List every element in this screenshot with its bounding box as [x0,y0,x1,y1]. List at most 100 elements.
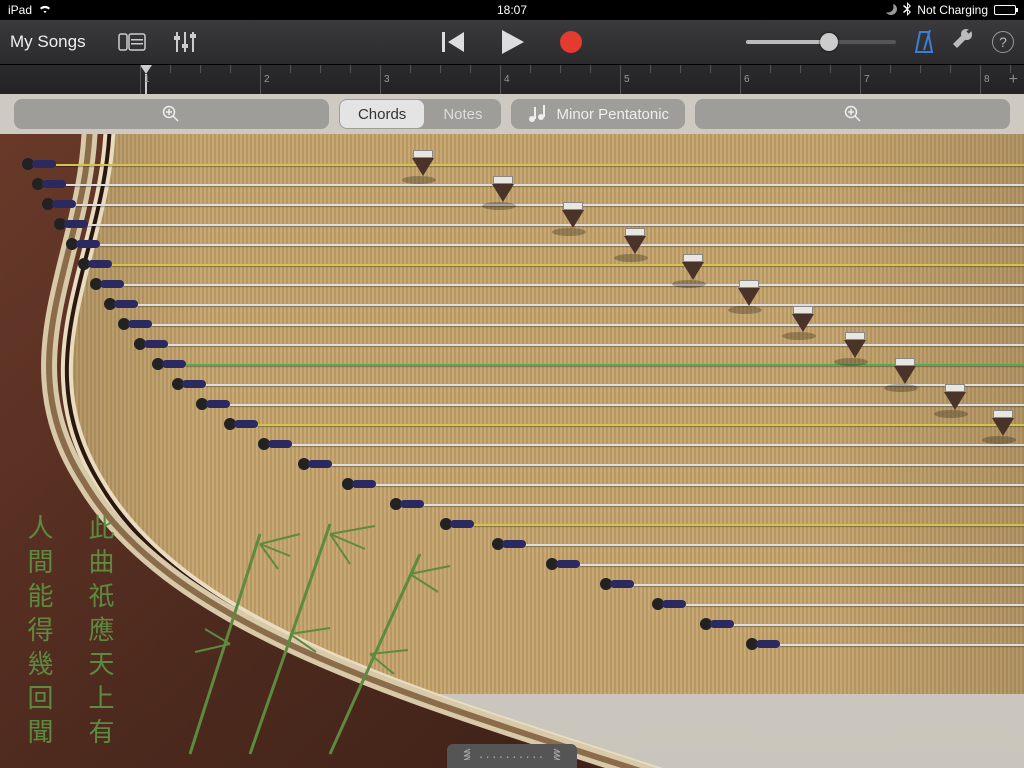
string-winding [662,600,686,608]
zoom-out-right-button[interactable] [695,99,1010,129]
ruler-tick [890,65,891,73]
add-section-button[interactable]: + [1009,71,1018,89]
string[interactable] [424,504,1024,506]
notes-mode-button[interactable]: Notes [425,99,500,129]
settings-button[interactable] [952,29,974,56]
ruler-tick [200,65,201,73]
string[interactable] [138,304,1024,306]
my-songs-button[interactable]: My Songs [10,32,86,52]
ruler-tick [950,65,951,73]
instrument-options-bar: Chords Notes Minor Pentatonic [0,94,1024,134]
tracks-view-button[interactable] [116,27,150,57]
string-winding [610,580,634,588]
bridge [678,254,708,284]
string[interactable] [376,484,1024,486]
ruler-tick [800,65,801,73]
string[interactable] [474,524,1024,526]
string-winding [144,340,168,348]
bridge [488,176,518,206]
poem-line-2: 人間能得幾回聞 [20,514,57,752]
ruler-mark: 1 [140,65,141,94]
ruler-tick [680,65,681,73]
ruler-mark: 2 [260,65,261,94]
bridge [620,228,650,258]
ruler-mark: 6 [740,65,741,94]
help-button[interactable]: ? [992,31,1014,53]
mixer-button[interactable] [168,27,202,57]
string[interactable] [168,344,1024,346]
string-winding [42,180,66,188]
clock: 18:07 [497,3,527,17]
string[interactable] [76,204,1024,206]
ruler-mark: 4 [500,65,501,94]
zoom-out-left-button[interactable] [14,99,329,129]
glissando-strip[interactable]: ·········· [447,744,577,768]
chords-mode-button[interactable]: Chords [340,100,424,128]
string[interactable] [780,644,1024,646]
string[interactable] [258,424,1024,426]
string-winding [450,520,474,528]
glissando-dots: ·········· [479,748,546,764]
string-winding [182,380,206,388]
scale-label: Minor Pentatonic [557,106,670,123]
string[interactable] [124,284,1024,286]
ruler-tick [830,65,831,73]
transport-controls [442,30,582,54]
string-winding [352,480,376,488]
string[interactable] [332,464,1024,466]
string[interactable] [230,404,1024,406]
battery-icon [994,5,1016,15]
volume-slider[interactable] [746,40,896,44]
string-winding [76,240,100,248]
string[interactable] [88,224,1024,226]
playhead[interactable] [140,65,152,74]
ruler-mark: 5 [620,65,621,94]
main-toolbar: My Songs ? [0,20,1024,64]
string[interactable] [292,444,1024,446]
ruler-tick [410,65,411,73]
ruler-tick [920,65,921,73]
string-winding [64,220,88,228]
ruler-tick [770,65,771,73]
ruler-mark: 8 [980,65,981,94]
go-to-start-button[interactable] [442,32,466,52]
ruler-tick [290,65,291,73]
ruler-tick [470,65,471,73]
bluetooth-icon [903,2,911,19]
poem-inscription: 人間能得幾回聞 此曲祇應天上有 [20,514,562,752]
string-winding [52,200,76,208]
string[interactable] [152,324,1024,326]
play-button[interactable] [502,30,524,54]
device-label: iPad [8,3,32,17]
string[interactable] [580,564,1024,566]
timeline-ruler[interactable]: + 12345678 [0,64,1024,94]
string[interactable] [734,624,1024,626]
string[interactable] [66,184,1024,186]
instrument-stage[interactable]: 人間能得幾回聞 此曲祇應天上有 ·········· [0,134,1024,768]
string[interactable] [56,164,1024,166]
bridge [788,306,818,336]
ruler-tick [560,65,561,73]
record-button[interactable] [560,31,582,53]
glissando-left-icon [461,747,473,765]
ruler-mark: 3 [380,65,381,94]
ruler-tick [320,65,321,73]
string[interactable] [526,544,1024,546]
bridge [558,202,588,232]
string[interactable] [112,264,1024,266]
ruler-tick [530,65,531,73]
ruler-tick [350,65,351,73]
bridge [890,358,920,388]
string[interactable] [634,584,1024,586]
string-winding [268,440,292,448]
string[interactable] [100,244,1024,246]
string-winding [234,420,258,428]
scale-picker-button[interactable]: Minor Pentatonic [511,99,686,129]
wifi-icon [38,3,52,17]
string-winding [756,640,780,648]
metronome-button[interactable] [914,30,934,54]
mode-segmented-control: Chords Notes [339,99,501,129]
bridge [940,384,970,414]
string[interactable] [686,604,1024,606]
string-winding [32,160,56,168]
